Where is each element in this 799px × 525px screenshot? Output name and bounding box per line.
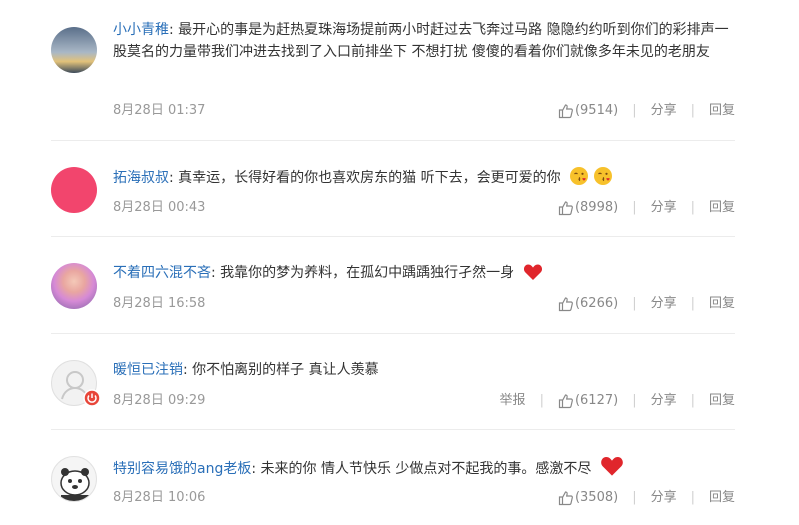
comment-content: 小小青稚: 最开心的事是为赶热夏珠海场提前两小时赶过去飞奔过马路 隐隐约约听到你… (113, 22, 729, 60)
divider: | (632, 393, 637, 408)
comment-item: 小小青稚: 最开心的事是为赶热夏珠海场提前两小时赶过去飞奔过马路 隐隐约约听到你… (51, 0, 735, 141)
divider: | (632, 200, 637, 215)
comment-text: 真幸运，长得好看的你也喜欢房东的猫 听下去，会更可爱的你 (178, 170, 561, 186)
like-button[interactable]: (3508) (558, 487, 618, 509)
comment-content: 特别容易饿的ang老板: 未来的你 情人节快乐 少做点对不起我的事。感激不尽 (113, 455, 735, 480)
comment-item: 不着四六混不吝: 我靠你的梦为养料，在孤幻中踽踽独行孑然一身 8月28日 16:… (51, 236, 735, 334)
username-link[interactable]: 暖恒已注销 (113, 362, 183, 378)
thumbs-up-icon (558, 297, 573, 312)
comment-meta: 8月28日 16:58 (6266) | 分享 | 回复 (113, 293, 735, 315)
comment-time: 8月28日 00:43 (113, 200, 206, 215)
comment-time: 8月28日 10:06 (113, 490, 206, 505)
reply-button[interactable]: 回复 (709, 100, 735, 122)
username-link[interactable]: 特别容易饿的ang老板 (113, 461, 251, 477)
like-count: (6127) (574, 393, 619, 408)
comment-text: 你不怕离别的样子 真让人羡慕 (192, 362, 379, 378)
thumbs-up-icon (558, 491, 573, 506)
comment-item: 拓海叔叔: 真幸运，长得好看的你也喜欢房东的猫 听下去，会更可爱的你 8月28日… (51, 140, 735, 237)
like-count: (9514) (574, 103, 619, 118)
divider: | (632, 296, 637, 311)
share-button[interactable]: 分享 (651, 293, 677, 315)
comment-text: 未来的你 情人节快乐 少做点对不起我的事。感激不尽 (260, 461, 592, 477)
comment-meta: 8月28日 09:29 举报 | (6127) | 分享 | 回复 (113, 390, 735, 412)
username-link[interactable]: 不着四六混不吝 (113, 265, 211, 281)
like-count: (3508) (574, 490, 619, 505)
username-link[interactable]: 小小青稚 (113, 22, 169, 38)
share-button[interactable]: 分享 (651, 390, 677, 412)
divider: | (690, 103, 695, 118)
comment-time: 8月28日 01:37 (113, 103, 206, 118)
deactivated-badge-icon (83, 389, 101, 407)
share-button[interactable]: 分享 (651, 100, 677, 122)
thumbs-up-icon (558, 394, 573, 409)
comment-actions: 举报 | (6127) | 分享 | 回复 (500, 390, 735, 412)
divider: | (632, 490, 637, 505)
comment-meta: 8月28日 00:43 (8998) | 分享 | 回复 (113, 197, 735, 219)
comment-item: 特别容易饿的ang老板: 未来的你 情人节快乐 少做点对不起我的事。感激不尽 8… (51, 429, 735, 525)
avatar[interactable] (51, 167, 97, 213)
like-button[interactable]: (6127) (558, 390, 618, 412)
comment-actions: (3508) | 分享 | 回复 (558, 487, 735, 509)
comment-actions: (6266) | 分享 | 回复 (558, 293, 735, 315)
avatar[interactable] (51, 456, 97, 502)
comment-text: 最开心的事是为赶热夏珠海场提前两小时赶过去飞奔过马路 隐隐约约听到你们的彩排声一… (113, 22, 729, 60)
divider: | (690, 490, 695, 505)
comment-time: 8月28日 16:58 (113, 296, 206, 311)
report-button[interactable]: 举报 (500, 390, 526, 412)
divider: | (539, 393, 544, 408)
like-button[interactable]: (6266) (558, 293, 618, 315)
comment-actions: (8998) | 分享 | 回复 (558, 197, 735, 219)
avatar[interactable] (51, 263, 97, 309)
comment-content: 暖恒已注销: 你不怕离别的样子 真让人羡慕 (113, 362, 379, 378)
divider: | (632, 103, 637, 118)
reply-button[interactable]: 回复 (709, 293, 735, 315)
like-count: (6266) (574, 296, 619, 311)
divider: | (690, 200, 695, 215)
comment-text: 我靠你的梦为养料，在孤幻中踽踽独行孑然一身 (220, 265, 515, 281)
like-button[interactable]: (8998) (558, 197, 618, 219)
red-heart-icon (523, 264, 542, 280)
comment-time: 8月28日 09:29 (113, 393, 206, 408)
like-count: (8998) (574, 200, 619, 215)
reply-button[interactable]: 回复 (709, 487, 735, 509)
comment-content: 不着四六混不吝: 我靠你的梦为养料，在孤幻中踽踽独行孑然一身 (113, 262, 735, 284)
red-heart-icon (601, 457, 623, 476)
divider: | (690, 296, 695, 311)
comment-meta: 8月28日 01:37 (9514) | 分享 | 回复 (113, 100, 735, 122)
reply-button[interactable]: 回复 (709, 390, 735, 412)
share-button[interactable]: 分享 (651, 197, 677, 219)
comment-meta: 8月28日 10:06 (3508) | 分享 | 回复 (113, 487, 735, 509)
comment-content: 拓海叔叔: 真幸运，长得好看的你也喜欢房东的猫 听下去，会更可爱的你 (113, 166, 735, 189)
share-button[interactable]: 分享 (651, 487, 677, 509)
username-link[interactable]: 拓海叔叔 (113, 170, 169, 186)
comment-actions: (9514) | 分享 | 回复 (558, 100, 735, 122)
polar-bear-icon (60, 468, 90, 501)
avatar[interactable] (51, 27, 97, 73)
like-button[interactable]: (9514) (558, 100, 618, 122)
reply-button[interactable]: 回复 (709, 197, 735, 219)
kiss-face-icon (570, 167, 589, 185)
divider: | (690, 393, 695, 408)
thumbs-up-icon (558, 104, 573, 119)
kiss-face-icon (594, 167, 613, 185)
thumbs-up-icon (558, 201, 573, 216)
comment-item: 暖恒已注销: 你不怕离别的样子 真让人羡慕 8月28日 09:29 举报 | (… (51, 333, 735, 430)
